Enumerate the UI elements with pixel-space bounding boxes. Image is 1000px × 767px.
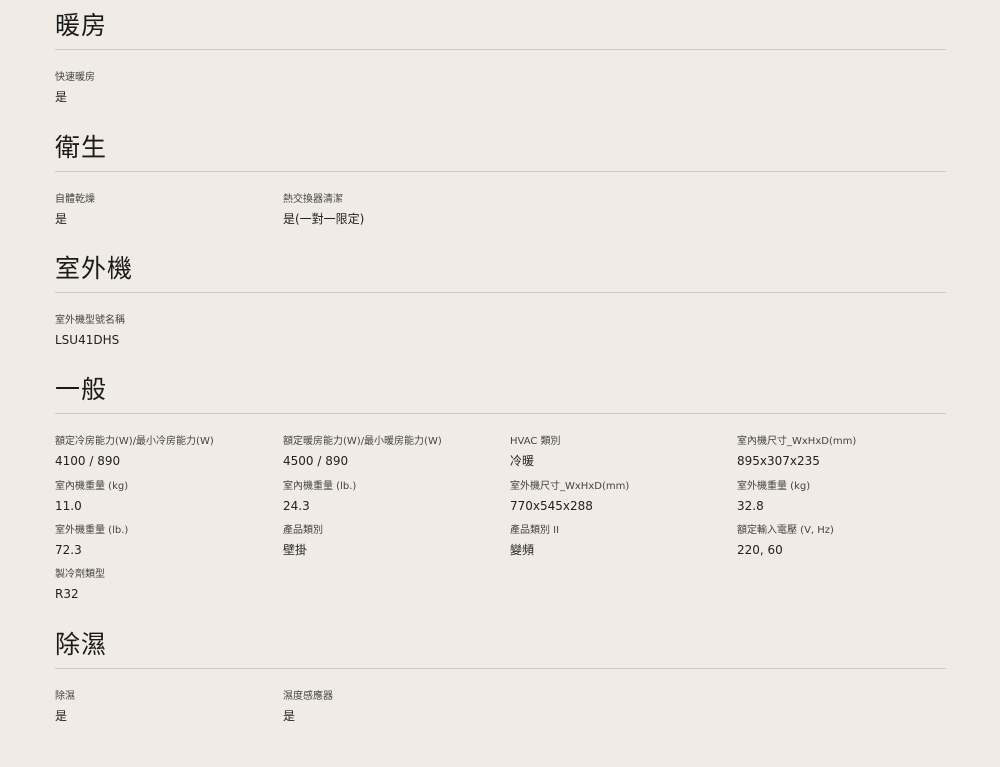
spec-item-product-category-2: 產品類別 II 變頻 [510, 524, 730, 558]
spec-item-cooling-capacity: 額定冷房能力(W)/最小冷房能力(W) 4100 / 890 [55, 435, 275, 469]
spec-value: 895x307x235 [737, 454, 820, 468]
spec-value: 4100 / 890 [55, 454, 121, 468]
spec-item-outdoor-weight-lb: 室外機重量 (lb.) 72.3 [55, 524, 275, 558]
spec-label: 熱交換器清潔 [283, 194, 343, 205]
spec-item-product-category: 產品類別 壁掛 [283, 524, 503, 558]
spec-item-indoor-weight-kg: 室內機重量 (kg) 11.0 [55, 480, 275, 514]
section-outdoor-unit: 室外機 室外機型號名稱 LSU41DHS [55, 254, 946, 354]
section-divider [55, 413, 946, 414]
spec-label: HVAC 類別 [510, 436, 561, 447]
section-divider [55, 292, 946, 293]
spec-value: 770x545x288 [510, 499, 593, 513]
spec-label: 室內機尺寸_WxHxD(mm) [737, 436, 857, 447]
spec-item-outdoor-dimensions: 室外機尺寸_WxHxD(mm) 770x545x288 [510, 480, 730, 514]
spec-value: 4500 / 890 [283, 454, 349, 468]
spec-label: 除濕 [55, 691, 75, 702]
section-title-outdoor-unit: 室外機 [55, 254, 134, 283]
section-heating: 暖房 快速暖房 是 [55, 11, 946, 111]
spec-value: 是 [55, 90, 68, 104]
spec-label: 製冷劑類型 [55, 569, 105, 580]
spec-label: 室外機型號名稱 [55, 315, 125, 326]
spec-item-indoor-dimensions: 室內機尺寸_WxHxD(mm) 895x307x235 [737, 435, 957, 469]
spec-item-outdoor-weight-kg: 室外機重量 (kg) 32.8 [737, 480, 957, 514]
spec-item-refrigerant: 製冷劑類型 R32 [55, 568, 275, 602]
spec-value: 冷暖 [510, 454, 535, 468]
section-title-general: 一般 [55, 375, 108, 404]
spec-label: 額定輸入電壓 (V, Hz) [737, 525, 834, 536]
section-divider [55, 171, 946, 172]
section-title-heating: 暖房 [55, 11, 108, 40]
section-title-hygiene: 衛生 [55, 133, 108, 162]
spec-label: 額定暖房能力(W)/最小暖房能力(W) [283, 436, 442, 447]
spec-label: 自體乾燥 [55, 194, 95, 205]
spec-value: 220, 60 [737, 543, 783, 557]
spec-value: 32.8 [737, 499, 764, 513]
spec-item-indoor-weight-lb: 室內機重量 (lb.) 24.3 [283, 480, 503, 514]
section-divider [55, 668, 946, 669]
section-general: 一般 額定冷房能力(W)/最小冷房能力(W) 4100 / 890 額定暖房能力… [55, 375, 946, 605]
spec-value: LSU41DHS [55, 333, 120, 347]
section-title-dehumidify: 除濕 [55, 630, 108, 659]
spec-label: 濕度感應器 [283, 691, 333, 702]
spec-label: 額定冷房能力(W)/最小冷房能力(W) [55, 436, 214, 447]
spec-value: 是 [55, 709, 68, 723]
spec-item-humidity-sensor: 濕度感應器 是 [283, 690, 503, 724]
spec-label: 快速暖房 [55, 72, 95, 83]
spec-label: 產品類別 [283, 525, 323, 536]
spec-value: 是(一對一限定) [283, 212, 365, 226]
section-dehumidify: 除濕 除濕 是 濕度感應器 是 [55, 630, 946, 730]
spec-value: 壁掛 [283, 543, 308, 557]
spec-value: 是 [283, 709, 296, 723]
spec-label: 室內機重量 (kg) [55, 481, 129, 492]
spec-label: 室外機重量 (lb.) [55, 525, 129, 536]
spec-value: 變頻 [510, 543, 535, 557]
spec-item-fast-heating: 快速暖房 是 [55, 71, 275, 105]
spec-label: 產品類別 II [510, 525, 560, 536]
spec-item-heat-exchanger-clean: 熱交換器清潔 是(一對一限定) [283, 193, 503, 227]
spec-item-outdoor-model: 室外機型號名稱 LSU41DHS [55, 314, 275, 348]
spec-item-self-dry: 自體乾燥 是 [55, 193, 275, 227]
spec-value: 72.3 [55, 543, 82, 557]
spec-value: 11.0 [55, 499, 82, 513]
section-divider [55, 49, 946, 50]
spec-item-hvac-type: HVAC 類別 冷暖 [510, 435, 730, 469]
spec-item-dehumidify: 除濕 是 [55, 690, 275, 724]
spec-label: 室外機重量 (kg) [737, 481, 811, 492]
spec-item-heating-capacity: 額定暖房能力(W)/最小暖房能力(W) 4500 / 890 [283, 435, 503, 469]
spec-label: 室外機尺寸_WxHxD(mm) [510, 481, 630, 492]
spec-item-rated-voltage: 額定輸入電壓 (V, Hz) 220, 60 [737, 524, 957, 558]
spec-value: R32 [55, 587, 79, 601]
spec-label: 室內機重量 (lb.) [283, 481, 357, 492]
spec-value: 是 [55, 212, 68, 226]
section-hygiene: 衛生 自體乾燥 是 熱交換器清潔 是(一對一限定) [55, 133, 946, 233]
spec-value: 24.3 [283, 499, 310, 513]
